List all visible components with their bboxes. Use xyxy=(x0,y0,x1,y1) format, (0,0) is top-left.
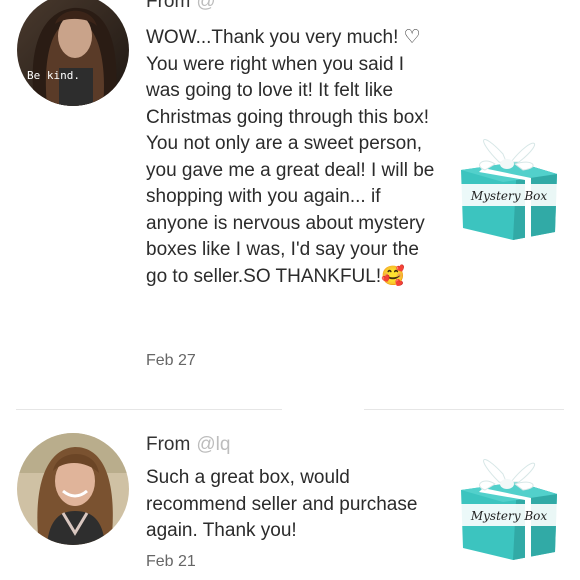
product-label: Mystery Box xyxy=(470,509,548,523)
review-from: From @lq xyxy=(146,434,230,456)
product-label: Mystery Box xyxy=(470,189,548,203)
reviewer-avatar[interactable] xyxy=(17,433,129,545)
from-label: From xyxy=(146,0,191,12)
review-text: Such a great box, would recommend seller… xyxy=(146,467,418,541)
review-date: Feb 27 xyxy=(146,352,196,369)
product-thumbnail[interactable]: Mystery Box xyxy=(455,128,565,240)
reviewer-handle[interactable]: @ xyxy=(196,0,215,12)
reviewer-avatar[interactable]: Be kind. xyxy=(17,0,129,106)
review-from: From @ xyxy=(146,0,216,13)
reviewer-handle[interactable]: @lq xyxy=(196,434,230,455)
avatar-caption: Be kind. xyxy=(27,69,80,82)
review-text: WOW...Thank you very much! ♡ You were ri… xyxy=(146,27,435,287)
divider-gap xyxy=(282,406,364,412)
product-thumbnail[interactable]: Mystery Box xyxy=(455,448,565,560)
review-date: Feb 21 xyxy=(146,553,196,570)
from-label: From xyxy=(146,434,191,455)
